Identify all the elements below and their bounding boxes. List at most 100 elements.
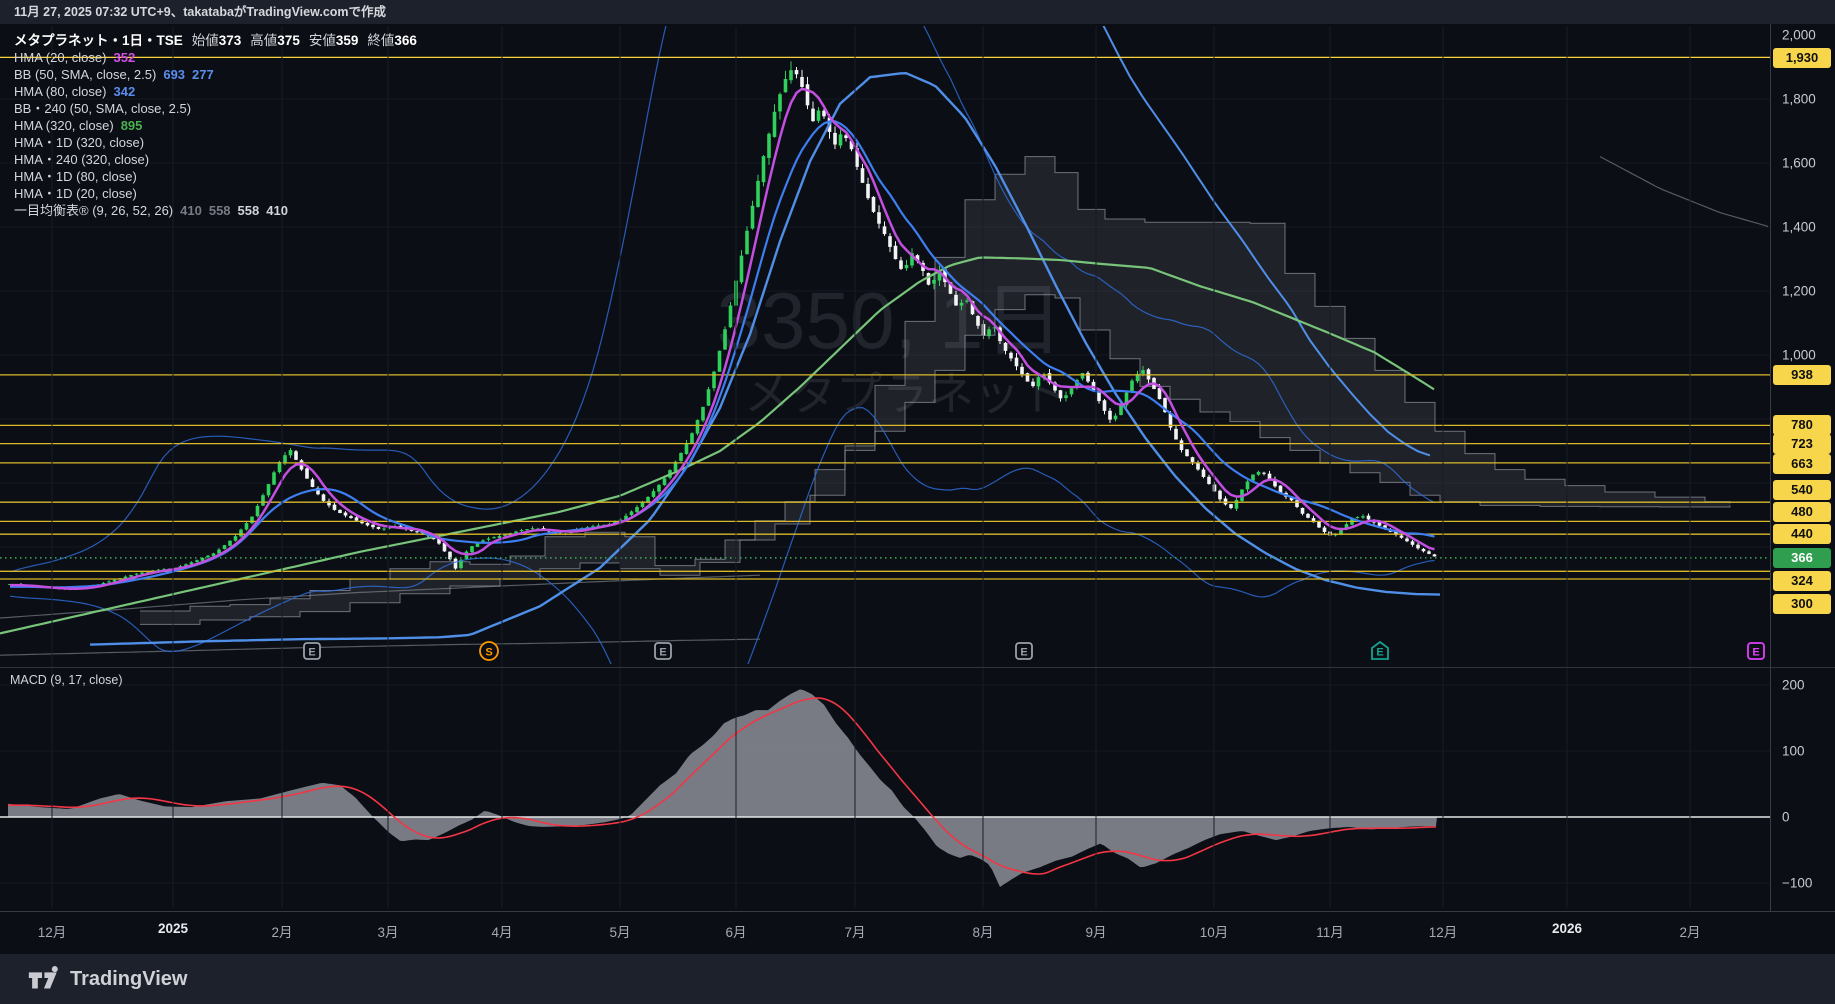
indicator-legend-row[interactable]: HMA (20, close) 352: [14, 49, 417, 66]
symbol-legend-row[interactable]: メタプラネット・1日・TSE 始値373 高値375 安値359 終値366: [14, 32, 417, 49]
time-axis[interactable]: 12月 2025 2月 3月 4月 5月 6月 7月 8月 9月 10月 11月 12月 2026 2月: [0, 911, 1835, 954]
candle-body: [877, 212, 881, 224]
indicator-label[interactable]: HMA・1D (320, close): [14, 135, 144, 150]
indicator-legend-row[interactable]: HMA (80, close) 342: [14, 83, 417, 100]
candle-body: [646, 496, 650, 503]
month-axis-label: 3月: [377, 925, 399, 940]
tradingview-logo-text[interactable]: TradingView: [70, 968, 187, 991]
candle-body: [811, 108, 815, 122]
event-marker-e[interactable]: E: [1015, 642, 1033, 660]
candle-body: [415, 531, 419, 533]
indicator-label[interactable]: HMA・1D (20, close): [14, 186, 137, 201]
candle-body: [1410, 541, 1415, 545]
indicator-label[interactable]: HMA (20, close): [14, 50, 106, 65]
indicator-legend-row[interactable]: HMA (320, close) 895: [14, 117, 417, 134]
candle-body: [376, 526, 381, 529]
month-axis-label: 2月: [271, 925, 293, 940]
candle-body: [739, 255, 744, 283]
indicator-value: 352: [113, 50, 136, 65]
candle-body: [838, 134, 843, 146]
candle-body: [794, 69, 799, 75]
candle-body: [1416, 544, 1420, 549]
candle-body: [470, 546, 474, 553]
indicator-legend-row[interactable]: HMA・1D (80, close): [14, 168, 417, 185]
candle-body: [745, 230, 749, 255]
event-marker-letter: S: [485, 647, 492, 659]
candle-body: [140, 572, 144, 574]
indicator-label[interactable]: 一目均衡表® (9, 26, 52, 26): [14, 203, 173, 218]
candle-body: [1218, 490, 1222, 500]
candle-body: [767, 133, 771, 158]
candle-body: [701, 406, 705, 421]
indicator-label[interactable]: HMA・240 (320, close): [14, 152, 149, 167]
indicator-legend[interactable]: メタプラネット・1日・TSE 始値373 高値375 安値359 終値366 HMA (2…: [14, 32, 417, 219]
candle-body: [1223, 498, 1228, 505]
indicator-legend-row[interactable]: HMA・1D (320, close): [14, 134, 417, 151]
candle-body: [635, 507, 639, 513]
indicator-label[interactable]: HMA (320, close): [14, 118, 114, 133]
price-tick-label: 1,000: [1782, 347, 1816, 363]
footer-bar: TradingView: [0, 954, 1835, 1004]
month-axis-label: 5月: [609, 925, 631, 940]
month-axis-label: 12月: [37, 925, 67, 940]
candle-body: [1361, 516, 1365, 518]
event-marker-e[interactable]: E: [654, 642, 672, 660]
candle-body: [1064, 395, 1068, 399]
event-marker-e[interactable]: E: [1747, 642, 1765, 660]
ohlc-label: 終値: [367, 33, 395, 48]
event-marker-letter: E: [1020, 647, 1027, 659]
pane-separator[interactable]: [0, 667, 1835, 668]
candle-body: [679, 452, 683, 461]
macd-pane[interactable]: [0, 684, 1770, 887]
event-marker-letter: E: [1376, 647, 1383, 659]
event-marker-e[interactable]: E: [1371, 640, 1389, 660]
indicator-legend-row[interactable]: BB・240 (50, SMA, close, 2.5): [14, 100, 417, 117]
candle-body: [1058, 390, 1063, 399]
indicator-legend-row[interactable]: HMA・1D (20, close): [14, 185, 417, 202]
candle-body: [728, 305, 733, 328]
candle-body: [1069, 388, 1074, 395]
indicator-legend-row[interactable]: BB (50, SMA, close, 2.5) 693 277: [14, 66, 417, 83]
indicator-label[interactable]: BB (50, SMA, close, 2.5): [14, 67, 156, 82]
candle-body: [888, 236, 892, 247]
candle-body: [409, 530, 414, 532]
candle-body: [1322, 527, 1327, 532]
candle-body: [244, 523, 249, 530]
candle-body: [965, 300, 969, 302]
macd-tick-label: −100: [1782, 875, 1813, 891]
indicator-label[interactable]: BB・240 (50, SMA, close, 2.5): [14, 101, 191, 116]
candle-body: [1405, 538, 1409, 542]
ohlc-label: 高値: [250, 33, 278, 48]
macd-indicator-label[interactable]: MACD (9, 17, close): [10, 673, 123, 687]
candle-body: [519, 530, 524, 532]
candle-body: [651, 491, 656, 497]
candle-body: [1009, 352, 1013, 359]
indicator-legend-row[interactable]: HMA・240 (320, close): [14, 151, 417, 168]
tradingview-logo-icon[interactable]: [26, 963, 60, 995]
year-axis-label: 2026: [1551, 921, 1583, 936]
macd-area: [8, 689, 1437, 887]
price-level-badge: 1,930: [1773, 48, 1831, 68]
candle-body: [750, 205, 755, 229]
candle-body: [1036, 377, 1041, 387]
candle-body: [871, 196, 876, 212]
symbol-title[interactable]: メタプラネット・1日・TSE: [14, 33, 183, 48]
event-marker-e[interactable]: E: [303, 642, 321, 660]
candle-body: [305, 468, 309, 479]
candle-body: [338, 509, 342, 513]
indicator-value: 410: [266, 203, 288, 218]
price-axis[interactable]: 2,000 1,800 1,600 1,400 1,200 1,000 1,930 938 78…: [1770, 24, 1835, 911]
indicator-legend-row[interactable]: 一目均衡表® (9, 26, 52, 26) 410 558 558 410: [14, 202, 417, 219]
candle-body: [1427, 551, 1431, 554]
ohlc-label: 始値: [191, 33, 219, 48]
price-tick-label: 1,800: [1782, 91, 1816, 107]
indicator-label[interactable]: HMA・1D (80, close): [14, 169, 137, 184]
indicator-label[interactable]: HMA (80, close): [14, 84, 106, 99]
month-axis-label: 6月: [725, 925, 747, 940]
candle-body: [233, 536, 238, 541]
ohlc-value: 373: [218, 33, 242, 48]
month-axis-label: 11月: [1316, 925, 1344, 940]
event-marker-s[interactable]: S: [479, 641, 499, 661]
candle-body: [893, 245, 898, 260]
event-marker-letter: E: [308, 647, 315, 659]
